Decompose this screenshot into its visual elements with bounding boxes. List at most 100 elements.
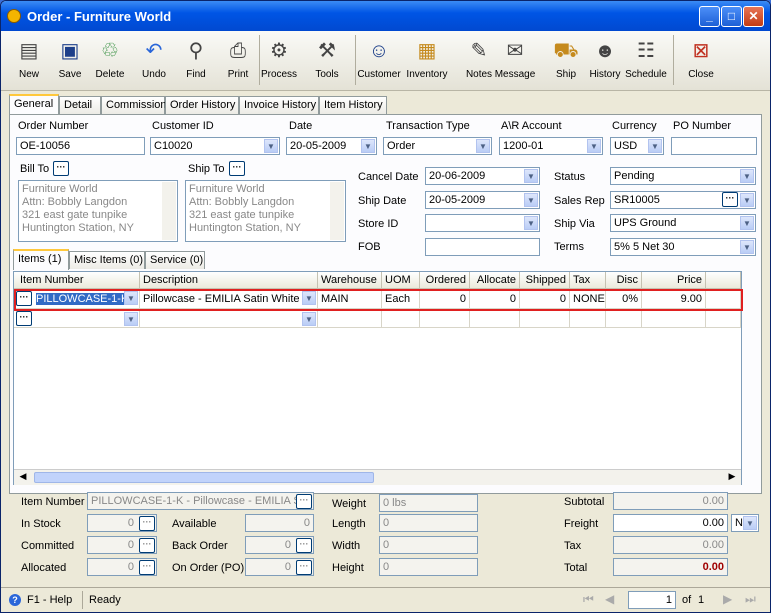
freight-field[interactable]: 0.00 [613, 514, 728, 532]
first-page-icon[interactable]: ⏮ [583, 592, 594, 607]
in-stock-field[interactable]: 0 ··· [87, 514, 157, 532]
ship-via-select[interactable]: UPS Ground ▼ [610, 214, 756, 232]
back-order-lookup-button[interactable]: ··· [296, 538, 312, 553]
chevron-down-icon[interactable]: ▼ [740, 193, 754, 207]
transaction-type-select[interactable]: Order ▼ [383, 137, 492, 155]
grid-cell-empty[interactable] [520, 311, 570, 328]
last-page-icon[interactable]: ⏭ [745, 592, 756, 607]
chevron-down-icon[interactable]: ▼ [648, 139, 662, 153]
maximize-button[interactable]: □ [721, 6, 742, 27]
prev-page-icon[interactable]: ◀ [605, 592, 614, 606]
chevron-down-icon[interactable]: ▼ [740, 216, 754, 230]
length-field[interactable]: 0 [379, 514, 478, 532]
page-number-field[interactable]: 1 [628, 591, 676, 609]
tab-service[interactable]: Service (0) [145, 251, 205, 269]
grid-cell-empty[interactable] [382, 311, 420, 328]
currency-select[interactable]: USD ▼ [610, 137, 664, 155]
toolbar-undo-button[interactable]: ↶ Undo [132, 34, 176, 88]
terms-select[interactable]: 5% 5 Net 30 ▼ [610, 238, 756, 256]
committed-field[interactable]: 0 ··· [87, 536, 157, 554]
ship-to-scrollbar[interactable] [330, 182, 344, 240]
toolbar-process-button[interactable]: ⚙ Process [257, 34, 301, 88]
chevron-down-icon[interactable]: ▼ [743, 516, 757, 530]
column-header[interactable]: Price [642, 272, 706, 289]
tab-invoice-history[interactable]: Invoice History [239, 96, 319, 114]
sales-rep-lookup-button[interactable]: ··· [722, 192, 738, 207]
fob-field[interactable] [425, 238, 540, 256]
bill-to-scrollbar[interactable] [162, 182, 176, 240]
ship-date-picker[interactable]: 20-05-2009 ▼ [425, 191, 540, 209]
chevron-down-icon[interactable]: ▼ [124, 312, 138, 326]
chevron-down-icon[interactable]: ▼ [361, 139, 375, 153]
bill-to-lookup-button[interactable]: ··· [53, 161, 69, 176]
on-order-lookup-button[interactable]: ··· [296, 560, 312, 575]
column-header[interactable]: Tax [570, 272, 606, 289]
po-number-field[interactable] [671, 137, 757, 155]
toolbar-delete-button[interactable]: ♲ Delete [88, 34, 132, 88]
available-field[interactable]: 0 [245, 514, 314, 532]
help-hint[interactable]: F1 - Help [27, 594, 72, 606]
ship-to-lookup-button[interactable]: ··· [229, 161, 245, 176]
height-field[interactable]: 0 [379, 558, 478, 576]
cancel-date-picker[interactable]: 20-06-2009 ▼ [425, 167, 540, 185]
store-id-select[interactable]: ▼ [425, 214, 540, 232]
column-header[interactable]: Description [140, 272, 318, 289]
toolbar-save-button[interactable]: ▣ Save [48, 34, 92, 88]
grid-cell-empty[interactable] [706, 311, 741, 328]
close-window-button[interactable]: ✕ [743, 6, 764, 27]
grid-cell-empty[interactable]: ▼ ··· [14, 311, 140, 328]
bill-to-address[interactable]: Furniture World Attn: Bobbly Langdon 321… [18, 180, 178, 242]
toolbar-ship-button[interactable]: ⛟ Ship [544, 34, 588, 88]
allocated-lookup-button[interactable]: ··· [139, 560, 155, 575]
toolbar-close-button[interactable]: ⊠ Close [679, 34, 723, 88]
toolbar-history-button[interactable]: ☻ History [583, 34, 627, 88]
chevron-down-icon[interactable]: ▼ [524, 169, 538, 183]
back-order-field[interactable]: 0 ··· [245, 536, 314, 554]
column-header[interactable]: Shipped [520, 272, 570, 289]
grid-cell-empty[interactable] [470, 311, 520, 328]
grid-cell-empty[interactable] [606, 311, 642, 328]
grid-cell-empty[interactable] [420, 311, 470, 328]
scroll-thumb[interactable] [34, 472, 374, 483]
committed-lookup-button[interactable]: ··· [139, 538, 155, 553]
sales-rep-select[interactable]: SR10005 ··· ▼ [610, 191, 756, 209]
horizontal-scrollbar[interactable]: ◀ ▶ [14, 469, 741, 485]
chevron-down-icon[interactable]: ▼ [524, 216, 538, 230]
allocated-field[interactable]: 0 ··· [87, 558, 157, 576]
column-header[interactable] [706, 272, 741, 289]
toolbar-print-button[interactable]: ⎙ Print [216, 34, 260, 88]
grid-cell-empty[interactable] [570, 311, 606, 328]
toolbar-tools-button[interactable]: ⚒ Tools [305, 34, 349, 88]
status-select[interactable]: Pending ▼ [610, 167, 756, 185]
column-header[interactable]: Ordered [420, 272, 470, 289]
toolbar-customer-button[interactable]: ☺ Customer [357, 34, 401, 88]
on-order-field[interactable]: 0 ··· [245, 558, 314, 576]
ship-to-address[interactable]: Furniture World Attn: Bobbly Langdon 321… [185, 180, 346, 242]
chevron-down-icon[interactable]: ▼ [587, 139, 601, 153]
customer-id-select[interactable]: C10020 ▼ [150, 137, 280, 155]
minimize-button[interactable]: _ [699, 6, 720, 27]
chevron-down-icon[interactable]: ▼ [264, 139, 278, 153]
order-number-field[interactable]: OE-10056 [16, 137, 145, 155]
column-header[interactable]: Disc [606, 272, 642, 289]
chevron-down-icon[interactable]: ▼ [302, 312, 316, 326]
column-header[interactable]: Item Number [14, 272, 140, 289]
column-header[interactable]: UOM [382, 272, 420, 289]
next-page-icon[interactable]: ▶ [723, 592, 732, 606]
width-field[interactable]: 0 [379, 536, 478, 554]
scroll-left-icon[interactable]: ◀ [16, 471, 30, 484]
tab-misc-items[interactable]: Misc Items (0) [69, 251, 145, 269]
chevron-down-icon[interactable]: ▼ [740, 240, 754, 254]
ar-account-select[interactable]: 1200-01 ▼ [499, 137, 603, 155]
toolbar-find-button[interactable]: ⚲ Find [174, 34, 218, 88]
in-stock-lookup-button[interactable]: ··· [139, 516, 155, 531]
chevron-down-icon[interactable]: ▼ [740, 169, 754, 183]
toolbar-inventory-button[interactable]: ▦ Inventory [405, 34, 449, 88]
toolbar-message-button[interactable]: ✉ Message [493, 34, 537, 88]
tab-item-history[interactable]: Item History [319, 96, 387, 114]
tab-order-history[interactable]: Order History [165, 96, 239, 114]
tab-items[interactable]: Items (1) [13, 249, 69, 270]
scroll-right-icon[interactable]: ▶ [725, 471, 739, 484]
freight-mode-select[interactable]: N ▼ [731, 514, 759, 532]
tab-detail[interactable]: Detail [59, 96, 101, 114]
